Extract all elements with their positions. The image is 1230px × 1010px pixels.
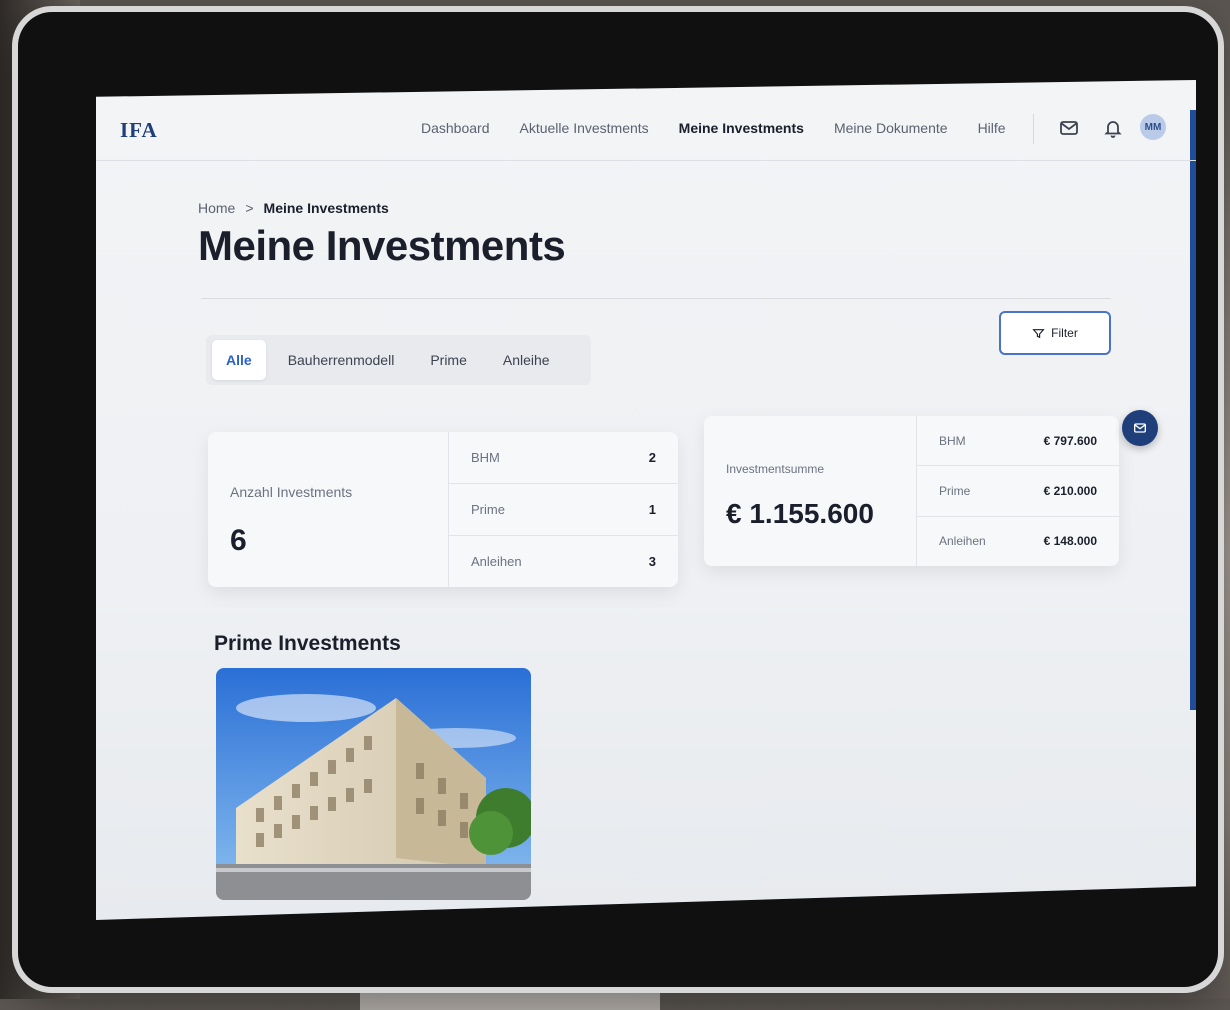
filter-button-label: Filter	[1051, 326, 1078, 340]
page-title: Meine Investments	[198, 222, 566, 269]
title-divider	[201, 298, 1111, 299]
investment-count-breakdown: BHM 2 Prime 1 Anleihen 3	[449, 432, 678, 587]
bell-icon[interactable]	[1101, 116, 1125, 140]
mail-icon	[1134, 423, 1146, 433]
investment-count-value: 6	[230, 524, 247, 557]
sum-row-prime: Prime € 210.000	[917, 466, 1119, 517]
nav-link-meine-investments[interactable]: Meine Investments	[679, 120, 804, 136]
count-row-label: Prime	[471, 502, 505, 517]
nav-link-meine-dokumente[interactable]: Meine Dokumente	[834, 120, 948, 136]
screen: IFA Dashboard Aktuelle Investments Meine…	[96, 80, 1196, 920]
tab-prime[interactable]: Prime	[416, 340, 481, 380]
tab-bauherrenmodell[interactable]: Bauherrenmodell	[274, 340, 409, 380]
investment-sum-card: Investmentsumme € 1.155.600 BHM € 797.60…	[704, 416, 1119, 566]
count-row-label: Anleihen	[471, 554, 522, 569]
filter-icon	[1032, 328, 1045, 338]
filter-button[interactable]: Filter	[999, 311, 1111, 355]
count-row-anleihen: Anleihen 3	[449, 536, 678, 587]
mail-icon[interactable]	[1057, 116, 1081, 140]
count-row-value: 2	[648, 450, 656, 465]
message-fab-button[interactable]	[1122, 410, 1158, 446]
investment-sum-summary: Investmentsumme € 1.155.600	[704, 416, 917, 566]
investment-sum-label: Investmentsumme	[726, 462, 825, 476]
count-row-value: 1	[648, 502, 656, 517]
prime-investment-image[interactable]	[216, 668, 531, 900]
sum-row-label: Prime	[939, 483, 971, 498]
screen-edge-accent	[1190, 110, 1196, 710]
building-photo	[216, 668, 531, 900]
investment-count-card: Anzahl Investments 6 BHM 2 Prime 1 Anlei…	[208, 432, 678, 587]
nav-link-hilfe[interactable]: Hilfe	[978, 120, 1006, 136]
breadcrumb-home[interactable]: Home	[198, 200, 235, 216]
logo[interactable]: IFA	[120, 118, 158, 143]
monitor-bezel: IFA Dashboard Aktuelle Investments Meine…	[18, 12, 1218, 987]
investment-sum-value: € 1.155.600	[726, 498, 874, 529]
nav-links: Dashboard Aktuelle Investments Meine Inv…	[421, 120, 1006, 136]
sum-row-value: € 148.000	[1043, 534, 1097, 549]
investment-count-summary: Anzahl Investments 6	[208, 432, 449, 587]
breadcrumb: Home > Meine Investments	[198, 200, 389, 216]
top-navigation: IFA Dashboard Aktuelle Investments Meine…	[96, 100, 1196, 161]
sum-row-value: € 210.000	[1043, 483, 1097, 498]
avatar[interactable]: MM	[1140, 114, 1166, 140]
sum-row-label: Anleihen	[939, 534, 986, 549]
investment-sum-breakdown: BHM € 797.600 Prime € 210.000 Anleihen €…	[917, 416, 1119, 566]
count-row-prime: Prime 1	[449, 484, 678, 536]
nav-link-aktuelle-investments[interactable]: Aktuelle Investments	[520, 120, 649, 136]
sum-row-bhm: BHM € 797.600	[917, 416, 1119, 467]
breadcrumb-separator: >	[245, 200, 254, 216]
category-tabs: Alle Bauherrenmodell Prime Anleihe	[206, 335, 591, 385]
nav-link-dashboard[interactable]: Dashboard	[421, 120, 490, 136]
sum-row-value: € 797.600	[1043, 433, 1097, 448]
sum-row-label: BHM	[939, 433, 966, 448]
tab-anleihe[interactable]: Anleihe	[489, 340, 564, 380]
breadcrumb-current: Meine Investments	[263, 200, 389, 216]
investment-count-label: Anzahl Investments	[230, 484, 353, 500]
count-row-bhm: BHM 2	[449, 432, 678, 484]
count-row-value: 3	[648, 554, 656, 569]
count-row-label: BHM	[471, 450, 500, 465]
sum-row-anleihen: Anleihen € 148.000	[917, 517, 1119, 566]
nav-divider	[1033, 114, 1034, 144]
section-title: Prime Investments	[214, 632, 401, 655]
tab-alle[interactable]: Alle	[212, 340, 266, 380]
